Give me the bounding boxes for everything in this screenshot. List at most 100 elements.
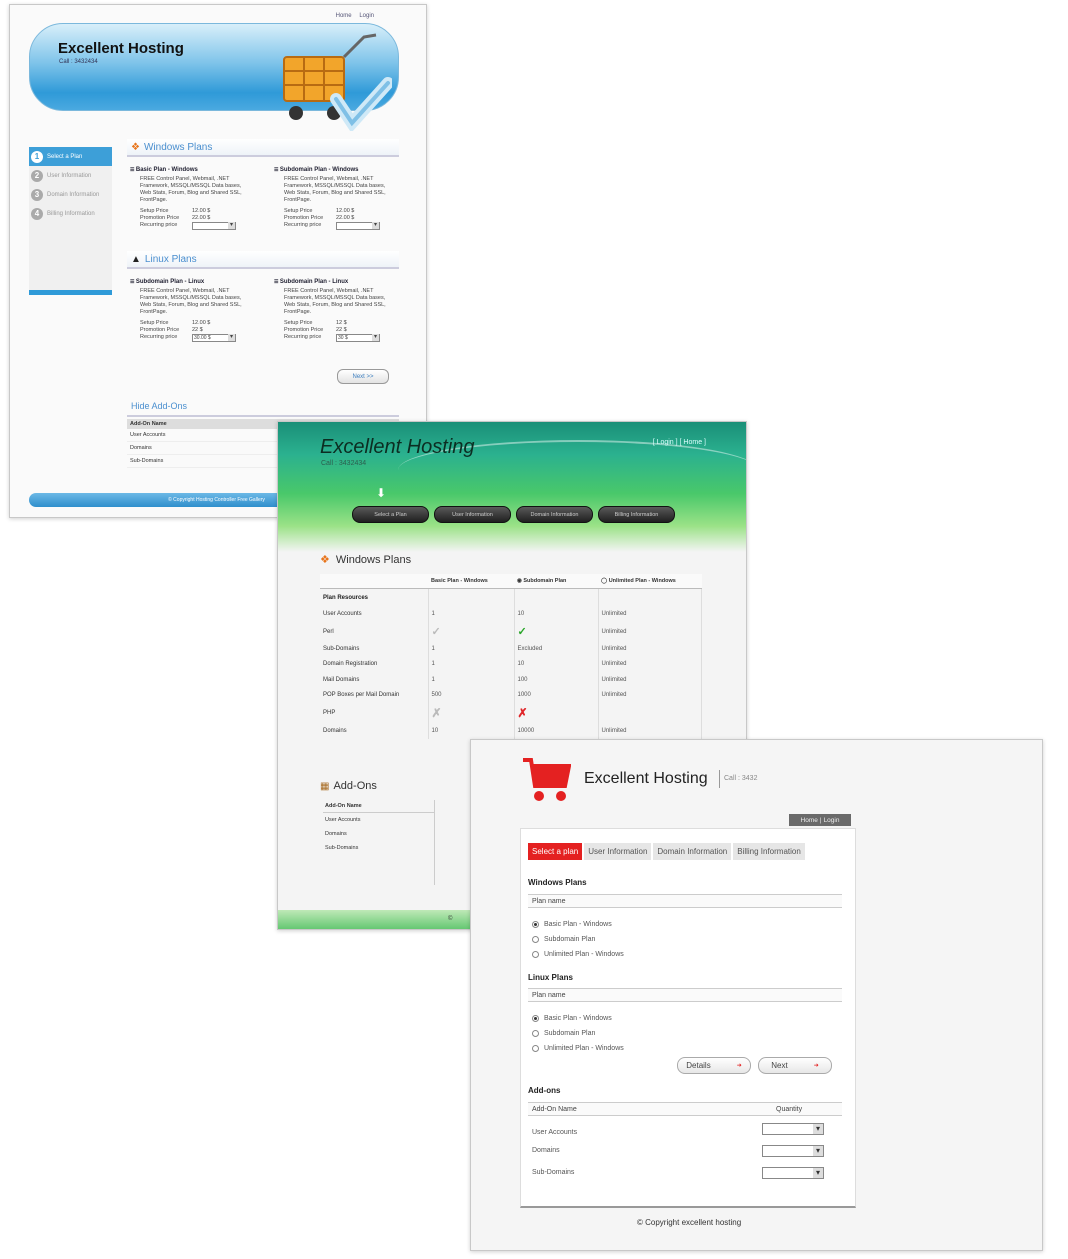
copyright-text: © Copyright excellent hosting bbox=[637, 1218, 742, 1227]
radio-label: Unlimited Plan - Windows bbox=[544, 951, 624, 958]
step-tabs: Select a plan User Information Domain In… bbox=[528, 843, 805, 860]
call-number: Call : 3432 bbox=[724, 775, 758, 782]
step-select-plan[interactable]: Select a Plan bbox=[352, 506, 429, 523]
section-title: Windows Plans bbox=[143, 141, 213, 153]
column-header[interactable]: ◯ Unlimited Plan - Windows bbox=[598, 574, 702, 589]
radio-unlimited-linux[interactable]: Unlimited Plan - Windows bbox=[532, 1045, 624, 1052]
arrow-right-icon: ➜ bbox=[813, 1063, 819, 1069]
column-header-label: Subdomain Plan bbox=[523, 578, 567, 584]
step-domain-information[interactable]: 3 Domain Information bbox=[29, 185, 112, 204]
cell: 1 bbox=[428, 656, 515, 672]
row-label: User Accounts bbox=[320, 606, 429, 622]
radio-unlimited-windows[interactable]: Unlimited Plan - Windows bbox=[532, 951, 624, 958]
top-links: Home | Login bbox=[789, 814, 851, 826]
radio-icon bbox=[532, 1045, 539, 1052]
step-domain-information[interactable]: Domain Information bbox=[516, 506, 593, 523]
plan-card: Subdomain Plan - Windows FREE Control Pa… bbox=[274, 167, 392, 230]
tab-select-plan[interactable]: Select a plan bbox=[528, 843, 583, 860]
windows-logo-icon: ❖ bbox=[131, 141, 140, 153]
table-row: POP Boxes per Mail Domain 500 1000 Unlimite… bbox=[320, 687, 702, 703]
table-row: Perl ✓ ✓ Unlimited bbox=[320, 622, 702, 641]
tab-billing-information[interactable]: Billing Information bbox=[733, 843, 805, 860]
steps-sidebar: 1 Select a Plan 2 User Information 3 Domain… bbox=[29, 147, 112, 295]
quantity-select-sub-domains[interactable] bbox=[762, 1167, 824, 1179]
plan-name: Subdomain Plan - Linux bbox=[274, 279, 392, 286]
addon-label: Domains bbox=[532, 1147, 560, 1154]
radio-subdomain-linux[interactable]: Subdomain Plan bbox=[532, 1030, 595, 1037]
recurring-select[interactable] bbox=[336, 222, 380, 230]
column-header[interactable]: ◉ Subdomain Plan bbox=[514, 574, 598, 589]
login-link[interactable]: Login bbox=[359, 13, 374, 19]
step-2-icon: 2 bbox=[31, 169, 43, 182]
row-label: Perl bbox=[320, 622, 429, 641]
cell: 500 bbox=[428, 687, 515, 703]
row-label: POP Boxes per Mail Domain bbox=[320, 687, 429, 703]
promo-label: Promotion Price bbox=[284, 215, 324, 221]
setup-label: Setup Price bbox=[284, 208, 313, 214]
cell: 10 bbox=[514, 656, 599, 672]
step-label: Select a Plan bbox=[47, 153, 83, 160]
button-label: Next bbox=[771, 1061, 788, 1070]
cell: Unlimited bbox=[598, 672, 702, 688]
check-icon: ✓ bbox=[517, 626, 527, 638]
arrow-right-icon: ➜ bbox=[736, 1063, 742, 1069]
radio-icon bbox=[532, 1030, 539, 1037]
addons-heading: ▦ Add-Ons bbox=[320, 780, 377, 792]
plan-description: FREE Control Panel, Webmail, .NET Framew… bbox=[284, 176, 386, 203]
step-3-icon: 3 bbox=[31, 188, 43, 201]
quantity-select-domains[interactable] bbox=[762, 1145, 824, 1157]
cell: 10 bbox=[428, 723, 515, 739]
cell: Unlimited bbox=[598, 641, 702, 657]
cell: 1000 bbox=[514, 687, 599, 703]
table-row: Domains 10 10000 Unlimited bbox=[320, 723, 702, 739]
tab-domain-information[interactable]: Domain Information bbox=[653, 843, 732, 860]
step-billing-information[interactable]: Billing Information bbox=[598, 506, 675, 523]
step-user-information[interactable]: User Information bbox=[434, 506, 511, 523]
step-select-plan[interactable]: 1 Select a Plan bbox=[29, 147, 112, 166]
radio-basic-windows[interactable]: Basic Plan - Windows bbox=[532, 921, 612, 928]
home-link[interactable]: Home bbox=[336, 13, 352, 19]
section-title: Linux Plans bbox=[144, 253, 197, 265]
row-label: Domain Registration bbox=[320, 656, 429, 672]
table-row: Domain Registration 1 10 Unlimited bbox=[320, 656, 702, 672]
radio-icon bbox=[532, 936, 539, 943]
call-number: Call : 3432434 bbox=[321, 460, 367, 467]
recurring-select[interactable]: 30.00 $ bbox=[192, 334, 236, 342]
recurring-select[interactable]: 30 $ bbox=[336, 334, 380, 342]
details-button[interactable]: Details ➜ bbox=[677, 1057, 751, 1074]
plan-description: FREE Control Panel, Webmail, .NET Framew… bbox=[140, 288, 242, 315]
cell: Unlimited bbox=[598, 687, 702, 703]
promo-price: 22 $ bbox=[336, 327, 347, 333]
setup-price: 12.00 $ bbox=[192, 208, 211, 214]
linux-plans-heading: Linux Plans bbox=[528, 973, 573, 982]
linux-plans-heading: ▲ Linux Plans bbox=[127, 251, 399, 269]
radio-basic-windows-linux[interactable]: Basic Plan - Windows bbox=[532, 1015, 612, 1022]
quantity-select-user-accounts[interactable] bbox=[762, 1123, 824, 1135]
top-links[interactable]: [ Login ] [ Home ] bbox=[653, 439, 706, 446]
addons-table: Add-On Name User Accounts Domains Sub-Do… bbox=[323, 800, 435, 885]
setup-label: Setup Price bbox=[284, 320, 313, 326]
cell: 1 bbox=[428, 641, 515, 657]
step-label: User Information bbox=[47, 172, 92, 179]
next-button[interactable]: Next >> bbox=[337, 369, 389, 384]
site-title: Excellent Hosting bbox=[320, 436, 475, 458]
promo-label: Promotion Price bbox=[284, 327, 324, 333]
hide-addons-toggle[interactable]: Hide Add-Ons bbox=[127, 401, 399, 417]
step-user-information[interactable]: 2 User Information bbox=[29, 166, 112, 185]
plan-name: Subdomain Plan - Linux bbox=[130, 279, 248, 286]
recurring-select[interactable] bbox=[192, 222, 236, 230]
column-header[interactable]: Basic Plan - Windows bbox=[428, 574, 514, 589]
recurring-label: Recurring price bbox=[140, 222, 178, 228]
radio-icon bbox=[532, 951, 539, 958]
tab-user-information[interactable]: User Information bbox=[584, 843, 652, 860]
plan-description: FREE Control Panel, Webmail, .NET Framew… bbox=[284, 288, 386, 315]
setup-price: 12.00 $ bbox=[192, 320, 211, 326]
home-link[interactable]: Home bbox=[801, 817, 818, 824]
step-billing-information[interactable]: 4 Billing Information bbox=[29, 204, 112, 223]
plan-card: Subdomain Plan - Linux FREE Control Pane… bbox=[274, 279, 392, 342]
radio-subdomain[interactable]: Subdomain Plan bbox=[532, 936, 595, 943]
cell: 1 bbox=[428, 606, 515, 622]
login-link[interactable]: Login bbox=[824, 817, 840, 824]
list-item: Domains bbox=[325, 831, 347, 837]
next-button[interactable]: Next ➜ bbox=[758, 1057, 832, 1074]
